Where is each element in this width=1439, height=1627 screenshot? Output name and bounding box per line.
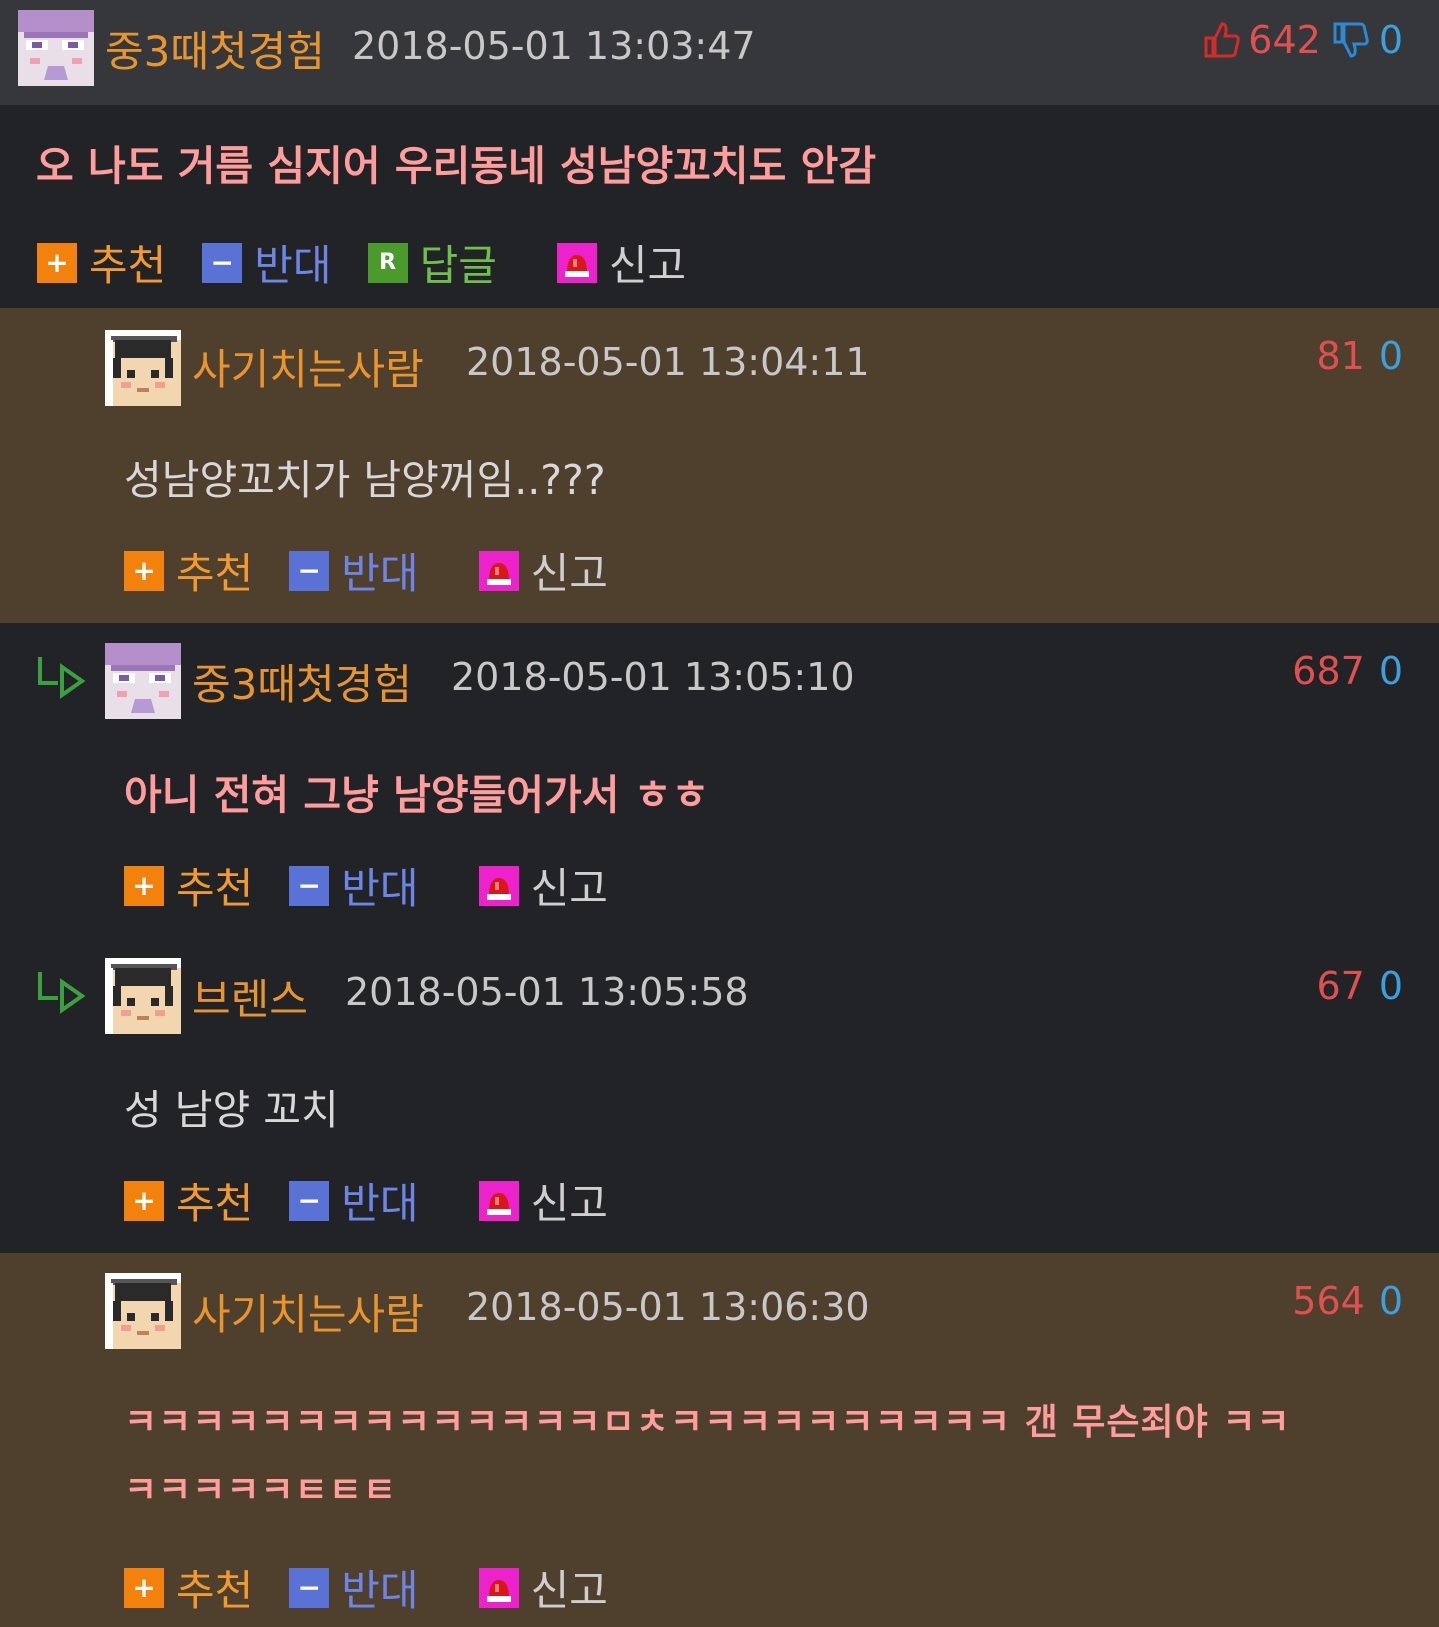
report-button[interactable]: 신고 bbox=[478, 1170, 608, 1231]
oppose-label: 반대 bbox=[341, 549, 419, 598]
comment-text: 아니 전혀 그냥 남양들어가서 ㅎㅎ bbox=[124, 771, 710, 819]
oppose-button[interactable]: − 반대 bbox=[289, 855, 419, 916]
recommend-label: 추천 bbox=[176, 549, 254, 598]
vote-counts: 67 0 bbox=[1316, 964, 1403, 1008]
recommend-label: 추천 bbox=[176, 1179, 254, 1228]
comment-1: 중3때첫경험 2018-05-01 13:03:47 642 0 오 나도 거름… bbox=[0, 0, 1439, 308]
recommend-button[interactable]: + 추천 bbox=[124, 540, 253, 601]
siren-icon bbox=[478, 865, 519, 906]
reply-icon: R bbox=[367, 242, 408, 283]
graduation-cap-avatar-icon[interactable] bbox=[105, 1273, 181, 1349]
vote-counts: 564 0 bbox=[1292, 1279, 1403, 1323]
recommend-button[interactable]: + 추천 bbox=[124, 1170, 253, 1231]
report-label: 신고 bbox=[530, 1179, 608, 1228]
upvote-count: 642 bbox=[1248, 18, 1321, 62]
upvote-count: 67 bbox=[1316, 964, 1365, 1008]
comment-text-line-1: ㅋㅋㅋㅋㅋㅋㅋㅋㅋㅋㅋㅋㅋㅋㅁㅊㅋㅋㅋㅋㅋㅋㅋㅋㅋㅋ 갠 무슨죄야 ㅋㅋ bbox=[124, 1402, 1291, 1443]
plus-icon: + bbox=[124, 1180, 164, 1221]
siren-icon bbox=[556, 242, 597, 283]
report-label: 신고 bbox=[530, 549, 608, 598]
vote-counts: 687 0 bbox=[1292, 649, 1403, 693]
timestamp: 2018-05-01 13:06:30 bbox=[466, 1285, 870, 1329]
thumbs-up-icon[interactable] bbox=[1202, 20, 1242, 60]
username[interactable]: 브렌스 bbox=[192, 966, 308, 1027]
minus-icon: − bbox=[289, 1567, 330, 1608]
reply-button[interactable]: R 답글 bbox=[367, 232, 497, 293]
purple-eyes-avatar-icon[interactable] bbox=[105, 643, 181, 719]
comment-actions: + 추천 − 반대 R 답글 신고 bbox=[37, 232, 722, 293]
comment-text-line-2: ㅋㅋㅋㅋㅋㅌㅌㅌ bbox=[124, 1470, 397, 1511]
reply-arrow-icon bbox=[36, 653, 86, 703]
username[interactable]: 중3때첫경험 bbox=[105, 18, 325, 79]
downvote-count: 0 bbox=[1378, 649, 1403, 693]
report-button[interactable]: 신고 bbox=[478, 540, 608, 601]
plus-icon: + bbox=[37, 242, 77, 283]
recommend-button[interactable]: + 추천 bbox=[124, 1557, 253, 1618]
report-label: 신고 bbox=[608, 241, 687, 290]
username[interactable]: 중3때첫경험 bbox=[192, 651, 412, 712]
username[interactable]: 사기치는사람 bbox=[192, 336, 424, 397]
recommend-label: 추천 bbox=[176, 864, 254, 913]
username[interactable]: 사기치는사람 bbox=[192, 1281, 424, 1342]
comment-5: 사기치는사람 2018-05-01 13:06:30 564 0 ㅋㅋㅋㅋㅋㅋㅋ… bbox=[0, 1253, 1439, 1627]
report-button[interactable]: 신고 bbox=[556, 232, 687, 293]
timestamp: 2018-05-01 13:05:10 bbox=[451, 655, 855, 699]
vote-counts: 642 0 bbox=[1202, 18, 1403, 62]
siren-icon bbox=[478, 1180, 519, 1221]
report-button[interactable]: 신고 bbox=[478, 855, 608, 916]
oppose-button[interactable]: − 반대 bbox=[289, 1170, 419, 1231]
reply-arrow-icon bbox=[36, 968, 86, 1018]
downvote-count: 0 bbox=[1378, 334, 1403, 378]
comment-actions: + 추천 − 반대 신고 bbox=[124, 1557, 644, 1618]
report-label: 신고 bbox=[530, 1566, 608, 1615]
comment-actions: + 추천 − 반대 신고 bbox=[124, 1170, 644, 1231]
graduation-cap-avatar-icon[interactable] bbox=[105, 330, 181, 406]
graduation-cap-avatar-icon[interactable] bbox=[105, 958, 181, 1034]
minus-icon: − bbox=[289, 550, 330, 591]
plus-icon: + bbox=[124, 550, 164, 591]
timestamp: 2018-05-01 13:03:47 bbox=[352, 24, 756, 68]
timestamp: 2018-05-01 13:04:11 bbox=[466, 340, 870, 384]
comment-2: 사기치는사람 2018-05-01 13:04:11 81 0 성남양꼬치가 남… bbox=[0, 308, 1439, 623]
minus-icon: − bbox=[289, 865, 330, 906]
comment-3: 중3때첫경험 2018-05-01 13:05:10 687 0 아니 전혀 그… bbox=[0, 623, 1439, 938]
oppose-button[interactable]: − 반대 bbox=[289, 1557, 419, 1618]
comment-4: 브렌스 2018-05-01 13:05:58 67 0 성 남양 꼬치 + 추천… bbox=[0, 938, 1439, 1253]
oppose-label: 반대 bbox=[341, 1566, 419, 1615]
thumbs-down-icon[interactable] bbox=[1331, 20, 1371, 60]
plus-icon: + bbox=[124, 1567, 164, 1608]
recommend-button[interactable]: + 추천 bbox=[124, 855, 253, 916]
vote-counts: 81 0 bbox=[1316, 334, 1403, 378]
minus-icon: − bbox=[289, 1180, 330, 1221]
downvote-count: 0 bbox=[1378, 964, 1403, 1008]
recommend-button[interactable]: + 추천 bbox=[37, 232, 166, 293]
comment-text: 성 남양 꼬치 bbox=[124, 1086, 339, 1134]
upvote-count: 687 bbox=[1292, 649, 1365, 693]
recommend-label: 추천 bbox=[89, 241, 167, 290]
report-button[interactable]: 신고 bbox=[478, 1557, 608, 1618]
downvote-count: 0 bbox=[1378, 1279, 1403, 1323]
purple-eyes-avatar-icon[interactable] bbox=[18, 10, 94, 86]
oppose-label: 반대 bbox=[341, 864, 419, 913]
plus-icon: + bbox=[124, 865, 164, 906]
report-label: 신고 bbox=[530, 864, 608, 913]
minus-icon: − bbox=[202, 242, 243, 283]
oppose-label: 반대 bbox=[254, 241, 332, 290]
siren-icon bbox=[478, 1567, 519, 1608]
upvote-count: 81 bbox=[1316, 334, 1365, 378]
comment-actions: + 추천 − 반대 신고 bbox=[124, 540, 644, 601]
recommend-label: 추천 bbox=[176, 1566, 254, 1615]
timestamp: 2018-05-01 13:05:58 bbox=[345, 970, 749, 1014]
comment-actions: + 추천 − 반대 신고 bbox=[124, 855, 644, 916]
downvote-count: 0 bbox=[1378, 18, 1403, 62]
oppose-label: 반대 bbox=[341, 1179, 419, 1228]
comment-text: 오 나도 거름 심지어 우리동네 성남양꼬치도 안감 bbox=[36, 142, 877, 190]
oppose-button[interactable]: − 반대 bbox=[202, 232, 332, 293]
oppose-button[interactable]: − 반대 bbox=[289, 540, 419, 601]
comment-text: 성남양꼬치가 남양꺼임..??? bbox=[124, 456, 606, 504]
siren-icon bbox=[478, 550, 519, 591]
upvote-count: 564 bbox=[1292, 1279, 1365, 1323]
reply-label: 답글 bbox=[419, 241, 497, 290]
